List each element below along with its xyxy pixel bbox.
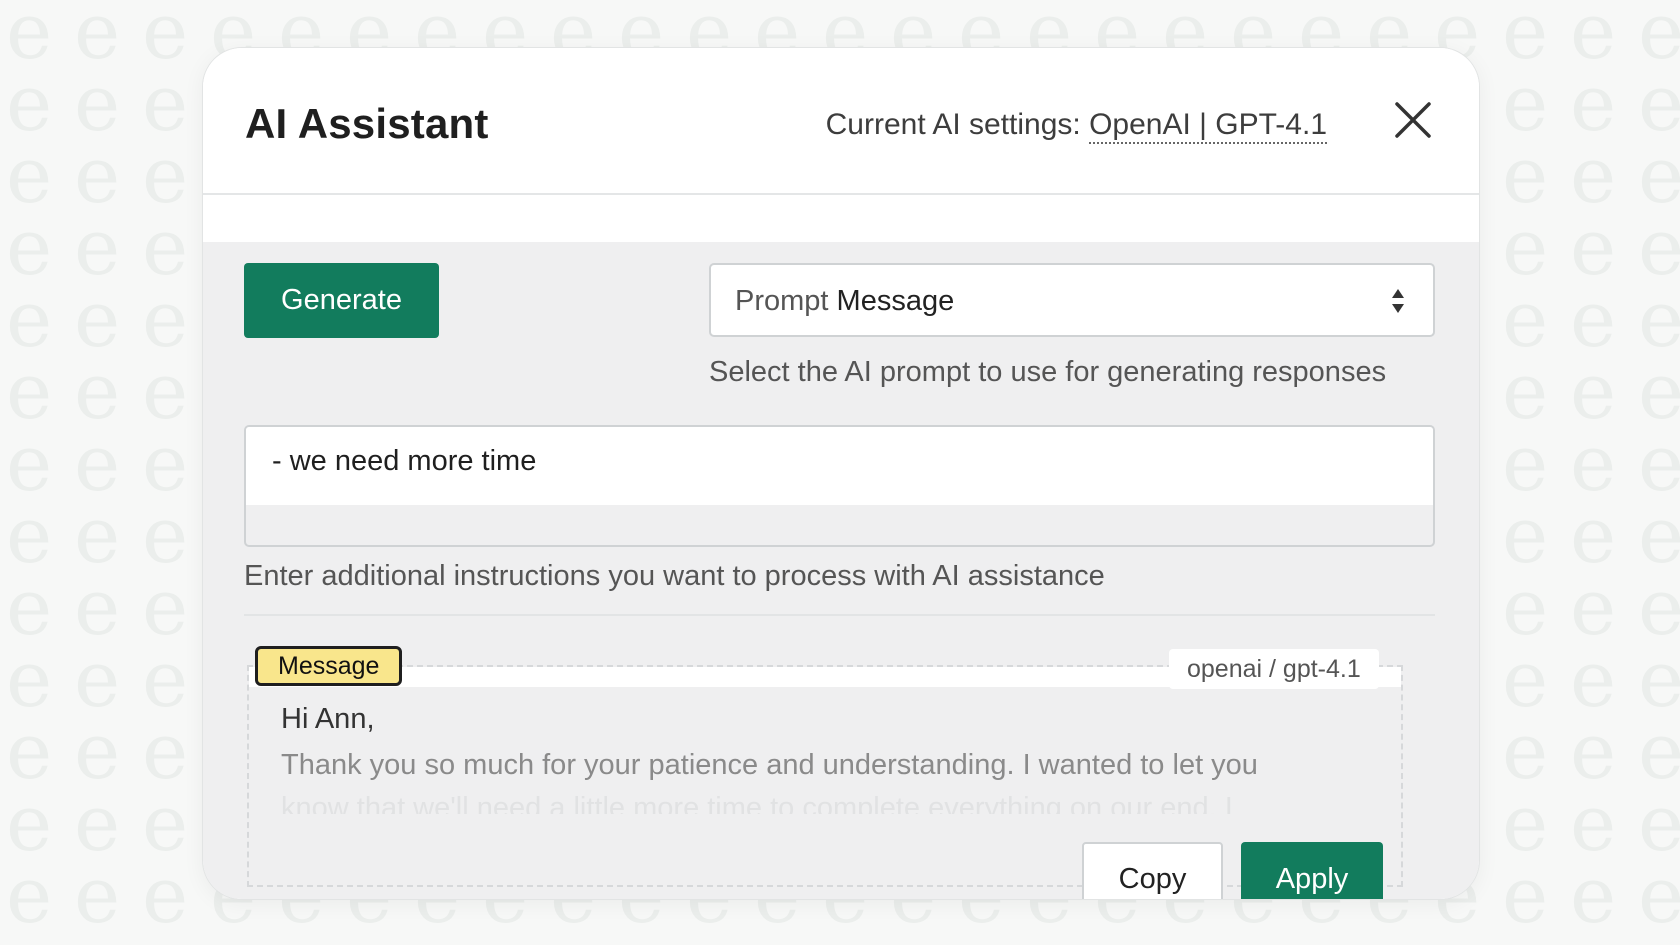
result-greeting: Hi Ann, [281,703,375,735]
prompt-help-text: Select the AI prompt to use for generati… [709,356,1387,388]
current-ai-settings: Current AI settings: OpenAI | GPT-4.1 [825,108,1327,144]
result-text-line-faded: know that we'll need a little more time … [281,792,1233,814]
modal-title: AI Assistant [245,100,489,147]
close-button[interactable] [1391,98,1435,142]
model-tag: openai / gpt-4.1 [1169,649,1379,689]
instructions-help-text: Enter additional instructions you want t… [244,560,1105,592]
copy-button[interactable]: Copy [1082,842,1223,899]
ai-settings-link[interactable]: OpenAI | GPT-4.1 [1089,108,1327,144]
select-arrows-icon [1392,289,1404,313]
result-text-line: Thank you so much for your patience and … [281,749,1258,781]
prompt-select[interactable]: Prompt Message [709,263,1435,337]
apply-button[interactable]: Apply [1241,842,1383,899]
modal-header: AI Assistant Current AI settings: OpenAI… [203,48,1479,195]
close-icon [1395,102,1431,138]
message-badge: Message [255,646,403,686]
modal-body: Generate Prompt Message Select the AI pr… [203,195,1479,899]
settings-label: Current AI settings: [825,108,1090,141]
prompt-select-prefix: Prompt [735,285,837,317]
prompt-select-value: Message [836,285,955,317]
divider [244,614,1435,616]
instructions-value: - we need more time [272,445,537,477]
ai-assistant-modal: AI Assistant Current AI settings: OpenAI… [202,47,1480,900]
generate-button[interactable]: Generate [244,263,439,338]
instructions-textarea[interactable]: - we need more time [244,425,1435,547]
